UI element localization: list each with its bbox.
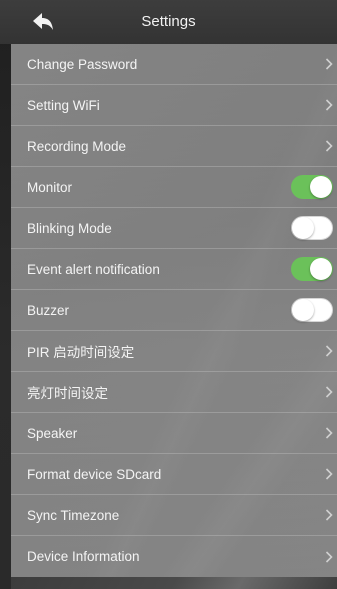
- setting-label: Change Password: [27, 56, 138, 72]
- setting-label: Buzzer: [27, 302, 70, 318]
- setting-row-speaker[interactable]: Speaker: [11, 413, 337, 454]
- chevron-right-icon: [324, 344, 334, 358]
- setting-row-buzzer: Buzzer: [11, 290, 337, 331]
- setting-row-pir-start-time[interactable]: PIR 启动时间设定: [11, 331, 337, 372]
- chevron-right-icon: [324, 467, 334, 481]
- left-edge-strip: [0, 0, 11, 589]
- setting-row-device-information[interactable]: Device Information: [11, 536, 337, 577]
- monitor-toggle[interactable]: [291, 175, 333, 199]
- header-bar: Settings: [0, 0, 337, 44]
- toggle-knob: [292, 299, 314, 321]
- setting-label: Blinking Mode: [27, 220, 112, 236]
- blinking-mode-toggle[interactable]: [291, 216, 333, 240]
- setting-label: Sync Timezone: [27, 507, 120, 523]
- page-title: Settings: [141, 13, 196, 30]
- setting-row-light-time[interactable]: 亮灯时间设定: [11, 372, 337, 413]
- setting-label: Recording Mode: [27, 138, 127, 154]
- setting-row-recording-mode[interactable]: Recording Mode: [11, 126, 337, 167]
- setting-row-setting-wifi[interactable]: Setting WiFi: [11, 85, 337, 126]
- setting-row-monitor: Monitor: [11, 167, 337, 208]
- chevron-right-icon: [324, 426, 334, 440]
- setting-label: PIR 启动时间设定: [27, 345, 135, 360]
- setting-row-change-password[interactable]: Change Password: [11, 44, 337, 85]
- toggle-knob: [310, 176, 332, 198]
- setting-label: Setting WiFi: [27, 97, 100, 113]
- setting-label: Speaker: [27, 425, 78, 441]
- setting-label: Format device SDcard: [27, 466, 162, 482]
- chevron-right-icon: [324, 57, 334, 71]
- settings-list: Change Password Setting WiFi Recording M…: [11, 44, 337, 577]
- setting-label: Event alert notification: [27, 261, 160, 277]
- chevron-right-icon: [324, 98, 334, 112]
- setting-label: 亮灯时间设定: [27, 386, 108, 401]
- chevron-right-icon: [324, 550, 334, 564]
- setting-label: Device Information: [27, 549, 140, 564]
- setting-row-event-alert-notification: Event alert notification: [11, 249, 337, 290]
- setting-label: Monitor: [27, 179, 73, 195]
- setting-row-sync-timezone[interactable]: Sync Timezone: [11, 495, 337, 536]
- chevron-right-icon: [324, 139, 334, 153]
- toggle-knob: [292, 217, 314, 239]
- setting-row-format-sdcard[interactable]: Format device SDcard: [11, 454, 337, 495]
- buzzer-toggle[interactable]: [291, 298, 333, 322]
- setting-row-blinking-mode: Blinking Mode: [11, 208, 337, 249]
- toggle-knob: [310, 258, 332, 280]
- event-alert-notification-toggle[interactable]: [291, 257, 333, 281]
- chevron-right-icon: [324, 385, 334, 399]
- bottom-background-strip: [11, 577, 337, 589]
- chevron-right-icon: [324, 508, 334, 522]
